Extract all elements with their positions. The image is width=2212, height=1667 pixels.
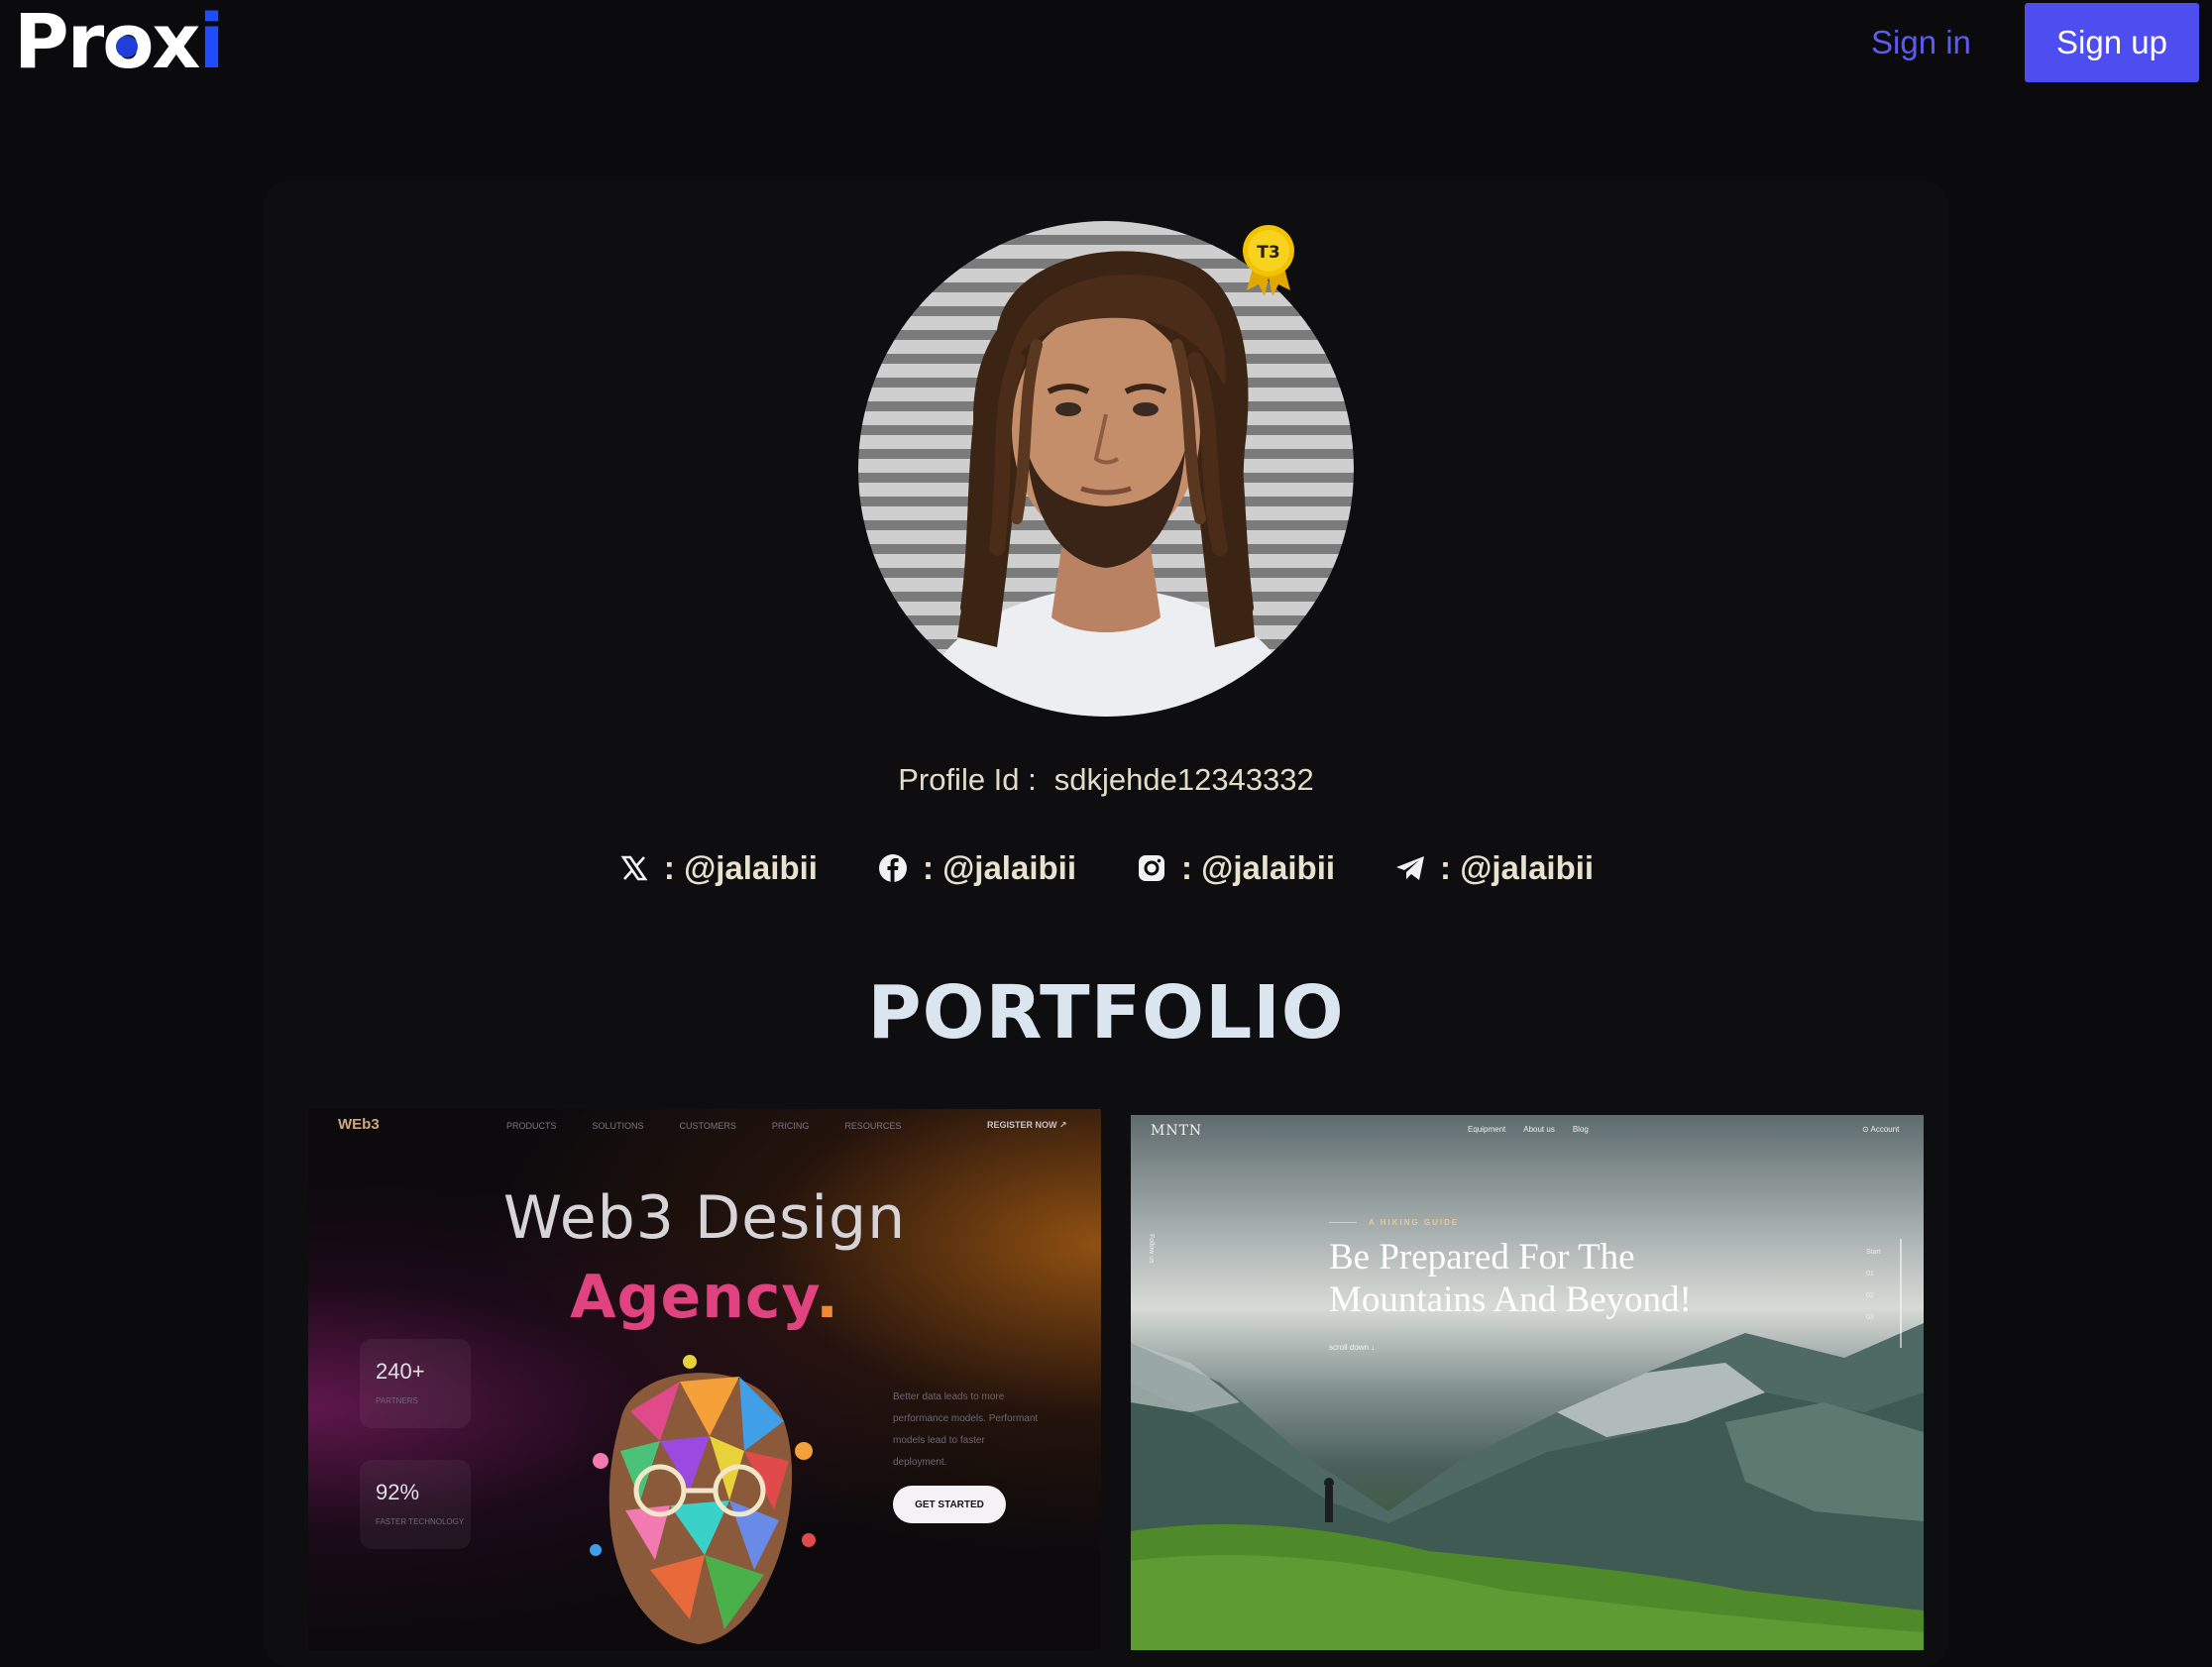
profile-id-row: Profile Id : sdkjehde12343332 [0,760,2212,800]
preview-side-nav-item: 01 [1866,1271,1874,1278]
top-navbar: Proxi Sign in Sign up [0,0,2212,109]
social-links: : @jalaibii : @jalaibii : @jalaibii : @j… [0,845,2212,891]
instagram-icon [1136,852,1167,884]
preview-scroll-down: scroll down ↓ [1329,1343,1376,1352]
preview-stat-caption: PARTNERS [376,1396,418,1405]
social-telegram[interactable]: : @jalaibii [1394,849,1594,887]
preview-stat-value: 92% [376,1480,420,1504]
avatar-container: T3 [858,221,1354,717]
tier-badge-label: T3 [1257,243,1280,263]
preview-side-rail [1900,1239,1902,1348]
preview-get-started-button: GET STARTED [893,1486,1006,1523]
social-instagram[interactable]: : @jalaibii [1136,849,1335,887]
preview-side-nav: Start 01 02 03 [1866,1242,1881,1329]
preview-menu-item: About us [1523,1125,1555,1134]
sign-up-button[interactable]: Sign up [2025,3,2199,82]
preview-stat-card: 92% FASTER TECHNOLOGY [360,1460,471,1549]
social-x-handle: : @jalaibii [663,849,818,886]
preview-menu-item: PRODUCTS [506,1121,557,1131]
preview-menu-item: Equipment [1468,1125,1506,1134]
social-facebook[interactable]: : @jalaibii [877,849,1076,887]
preview-account-link: ⊙ Account [1862,1125,1900,1134]
proxi-logo[interactable]: Proxi [14,4,225,79]
preview-description: Better data leads to more performance mo… [893,1391,1039,1468]
preview-menu: Equipment About us Blog [1468,1125,1589,1134]
social-facebook-handle: : @jalaibii [922,849,1076,886]
preview-headline-line-1: Web3 Design [502,1183,907,1253]
preview-stat-value: 240+ [376,1359,425,1384]
telegram-icon [1394,852,1426,884]
preview-navbar: WEb3 PRODUCTS SOLUTIONS CUSTOMERS PRICIN… [308,1109,1101,1139]
preview-menu-item: RESOURCES [844,1121,902,1131]
preview-register-link: REGISTER NOW ↗ [987,1120,1067,1130]
social-instagram-handle: : @jalaibii [1181,849,1336,886]
preview-menu-item: Blog [1572,1125,1589,1134]
preview-headline: Be Prepared For The Mountains And Beyond… [1329,1237,1692,1320]
preview-side-nav-item: 02 [1866,1292,1874,1299]
social-telegram-handle: : @jalaibii [1440,849,1595,886]
preview-follow-us: Follow us [1148,1234,1155,1264]
preview-menu: PRODUCTS SOLUTIONS CUSTOMERS PRICING RES… [506,1121,901,1131]
preview-menu-item: CUSTOMERS [679,1121,736,1131]
polygon-head-illustration [590,1355,816,1644]
preview-stat-caption: FASTER TECHNOLOGY [376,1517,465,1526]
preview-guide-label: A HIKING GUIDE [1329,1218,1459,1227]
preview-stat-card: 240+ PARTNERS [360,1339,471,1428]
x-icon [618,852,650,884]
tier-badge-icon: T3 [1241,221,1304,300]
preview-side-nav-item: 03 [1866,1314,1874,1321]
mountain-landscape-image [1131,1323,1924,1650]
portfolio-item-web3-agency[interactable]: WEb3 PRODUCTS SOLUTIONS CUSTOMERS PRICIN… [308,1109,1101,1650]
profile-id-value: sdkjehde12343332 [1053,762,1314,797]
profile-id-label: Profile Id : [898,762,1037,797]
preview-menu-item: PRICING [771,1121,810,1131]
sign-in-link[interactable]: Sign in [1871,20,1971,65]
preview-headline-line-2: Agency. [570,1263,839,1332]
preview-menu-item: SOLUTIONS [592,1121,644,1131]
preview-logo: WEb3 [338,1116,380,1133]
social-x[interactable]: : @jalaibii [618,849,818,887]
preview-side-nav-item: Start [1866,1249,1881,1256]
facebook-icon [877,852,909,884]
preview-logo: MNTN [1151,1123,1203,1139]
portfolio-heading: PORTFOLIO [867,970,1345,1056]
portfolio-item-mntn-hiking[interactable]: MNTN Equipment About us Blog ⊙ Account F… [1131,1115,1924,1650]
